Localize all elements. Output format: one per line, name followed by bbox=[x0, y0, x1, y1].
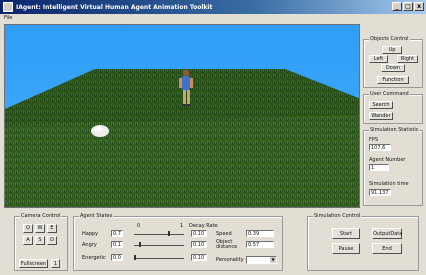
title-bar: IAgent: Intelligent Virtual Human Agent … bbox=[0, 0, 426, 14]
happy-value-field[interactable]: 0.7 bbox=[111, 230, 123, 237]
angry-value-field[interactable]: 0.1 bbox=[111, 241, 123, 248]
fullscreen-toggle[interactable]: 1 bbox=[51, 259, 60, 268]
speed-field[interactable]: 0.39 bbox=[246, 230, 274, 237]
maximize-button[interactable]: □ bbox=[403, 2, 413, 11]
energetic-slider-thumb[interactable] bbox=[134, 255, 136, 260]
energetic-decay-field[interactable]: 0.10 bbox=[191, 254, 207, 261]
happy-label: Happy bbox=[82, 231, 99, 237]
camera-control-group: Camera Control Q W E A S D Fullscreen 1 bbox=[14, 213, 68, 271]
pause-button[interactable]: Pause bbox=[332, 243, 360, 254]
angry-slider-track bbox=[134, 245, 184, 246]
close-button[interactable]: x bbox=[414, 2, 424, 11]
search-button[interactable]: Search bbox=[369, 101, 393, 109]
angry-decay-field[interactable]: 0.10 bbox=[191, 241, 207, 248]
simulation-control-title: Simulation Control bbox=[313, 213, 362, 219]
camera-key-a[interactable]: A bbox=[23, 236, 33, 245]
simulation-control-group: Simulation Control Start Pause OutputDat… bbox=[307, 213, 419, 271]
user-command-group: User Command Search Wander bbox=[363, 91, 423, 124]
camera-key-s[interactable]: S bbox=[35, 236, 45, 245]
object-distance-field[interactable]: 0.57 bbox=[246, 241, 274, 248]
camera-key-w[interactable]: W bbox=[35, 224, 45, 233]
simulation-statistic-title: Simulation Statistic bbox=[369, 127, 420, 133]
user-command-title: User Command bbox=[369, 91, 410, 97]
happy-slider-thumb[interactable] bbox=[167, 231, 170, 236]
personality-select[interactable]: ▼ bbox=[246, 256, 277, 264]
scene-viewport[interactable] bbox=[4, 24, 360, 208]
up-button[interactable]: Up bbox=[382, 46, 402, 54]
agent-states-group: Agent States 0 1 Decay Rate Happy 0.7 0.… bbox=[73, 213, 283, 271]
objects-control-title: Objects Control bbox=[369, 36, 410, 42]
fps-field: 107.6 bbox=[369, 144, 391, 151]
objects-control-group: Objects Control Up Left Right Down Funct… bbox=[363, 36, 423, 88]
function-button[interactable]: Function bbox=[377, 76, 409, 84]
fps-label: FPS bbox=[369, 137, 379, 143]
fullscreen-button[interactable]: Fullscreen bbox=[19, 259, 48, 268]
angry-slider-thumb[interactable] bbox=[138, 242, 141, 247]
left-button[interactable]: Left bbox=[369, 55, 388, 63]
wander-button[interactable]: Wander bbox=[369, 112, 393, 120]
object-distance-label: Object distance bbox=[216, 239, 238, 250]
agent-states-title: Agent States bbox=[79, 213, 114, 219]
camera-key-q[interactable]: Q bbox=[23, 224, 33, 233]
simulation-time-field: 91.137 bbox=[369, 189, 391, 196]
scale-max-label: 1 bbox=[180, 223, 184, 229]
personality-label: Personality bbox=[216, 257, 244, 263]
agent-number-label: Agent Number bbox=[369, 157, 406, 163]
camera-control-title: Camera Control bbox=[20, 213, 62, 219]
energetic-label: Energetic bbox=[82, 255, 106, 261]
energetic-value-field[interactable]: 0.0 bbox=[111, 254, 123, 261]
end-button[interactable]: End bbox=[372, 243, 402, 254]
simulation-statistic-group: Simulation Statistic FPS 107.6 Agent Num… bbox=[363, 127, 423, 206]
scale-min-label: 0 bbox=[137, 223, 141, 229]
agent-number-field: 1 bbox=[369, 164, 389, 171]
start-button[interactable]: Start bbox=[332, 228, 360, 239]
chevron-down-icon[interactable]: ▼ bbox=[270, 257, 276, 263]
simulation-time-label: Simulation time bbox=[369, 181, 409, 187]
menu-bar: File bbox=[0, 14, 426, 23]
menu-file[interactable]: File bbox=[4, 15, 12, 21]
right-button[interactable]: Right bbox=[397, 55, 418, 63]
happy-slider-track bbox=[134, 234, 184, 235]
output-data-button[interactable]: OutputData bbox=[372, 228, 402, 239]
speed-label: Speed bbox=[216, 231, 232, 237]
camera-key-d[interactable]: D bbox=[47, 236, 57, 245]
decay-rate-label: Decay Rate bbox=[189, 223, 218, 229]
minimize-button[interactable]: _ bbox=[392, 2, 402, 11]
down-button[interactable]: Down bbox=[381, 64, 405, 72]
energetic-slider-track bbox=[134, 258, 184, 259]
app-icon bbox=[3, 2, 13, 12]
window-title: IAgent: Intelligent Virtual Human Agent … bbox=[16, 3, 213, 11]
rock-object bbox=[91, 125, 109, 137]
scene-render bbox=[5, 25, 359, 207]
angry-label: Angry bbox=[82, 242, 97, 248]
happy-decay-field[interactable]: 0.10 bbox=[191, 230, 207, 237]
camera-key-e[interactable]: E bbox=[47, 224, 57, 233]
